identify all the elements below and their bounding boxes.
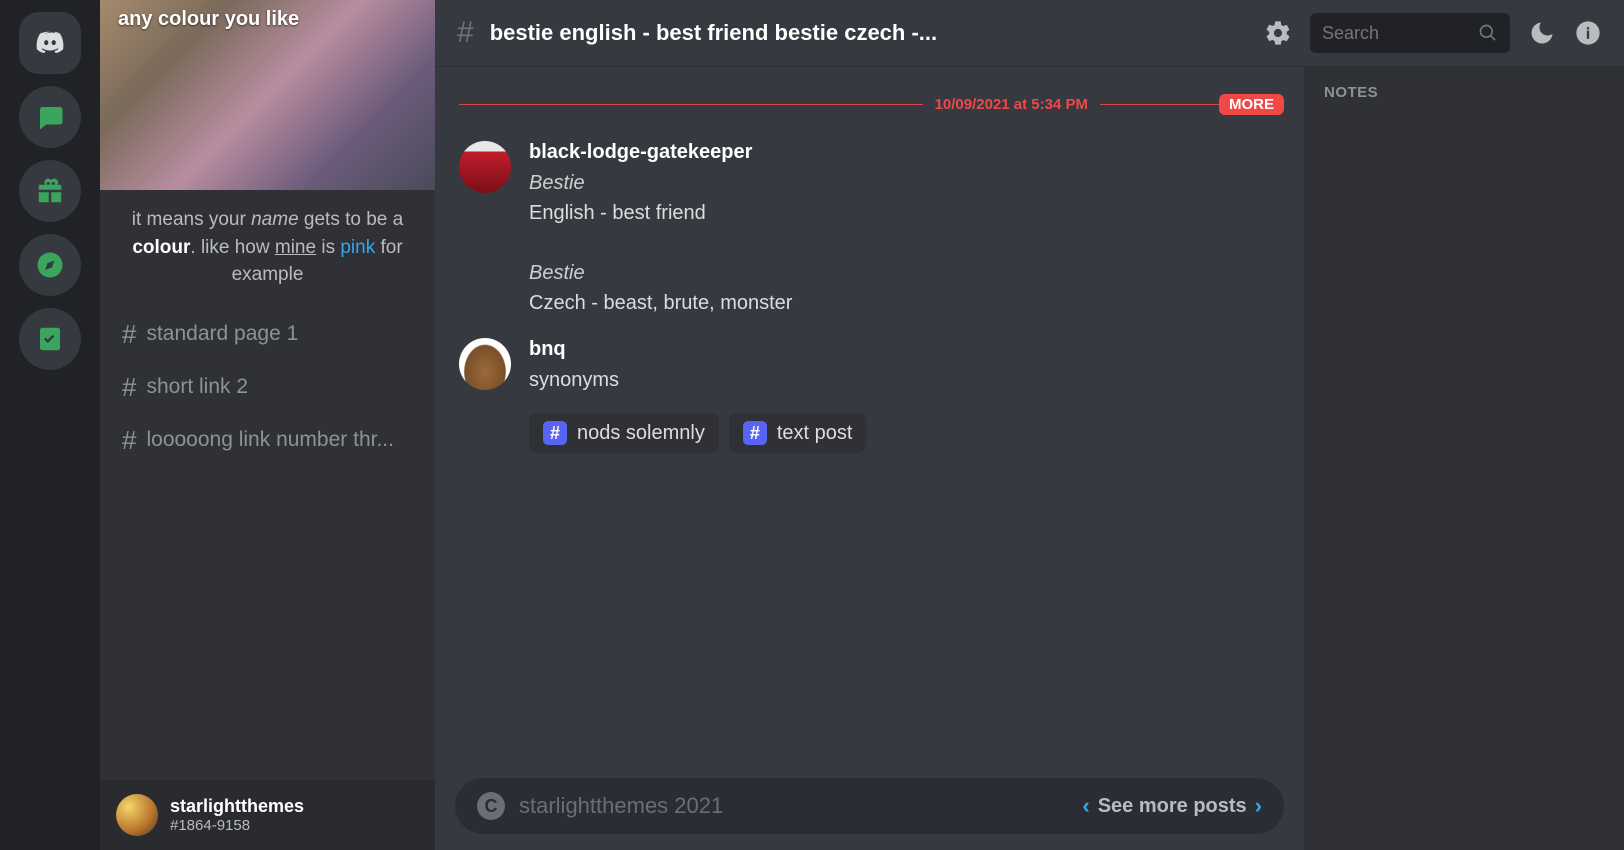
settings-button[interactable] — [1264, 19, 1292, 47]
message-text: synonyms — [529, 365, 866, 395]
message: bnq synonyms # nods solemnly # text post — [459, 338, 1280, 453]
gift-icon[interactable] — [19, 160, 81, 222]
server-name: any colour you like — [118, 8, 299, 31]
channel-label: short link 2 — [146, 375, 248, 399]
channel-label: looooong link number thr... — [146, 428, 394, 452]
compass-icon[interactable] — [19, 234, 81, 296]
channel-label: standard page 1 — [146, 322, 298, 346]
moon-icon — [1528, 19, 1556, 47]
footer-credit: starlightthemes 2021 — [519, 793, 723, 819]
channel-item[interactable]: # looooong link number thr... — [108, 415, 427, 466]
hash-icon: # — [122, 425, 136, 456]
message-text: Bestie English - best friend Bestie Czec… — [529, 168, 792, 318]
tag-row: # nods solemnly # text post — [529, 413, 866, 453]
channel-title: bestie english - best friend bestie czec… — [490, 20, 1248, 46]
avatar[interactable] — [459, 338, 511, 390]
user-tag: #1864-9158 — [170, 817, 304, 834]
new-messages-divider: 10/09/2021 at 5:34 PM MORE — [459, 96, 1280, 113]
footer-bar: C starlightthemes 2021 ‹ See more posts … — [455, 778, 1284, 834]
chat-icon[interactable] — [19, 86, 81, 148]
avatar — [116, 794, 158, 836]
search-icon — [1478, 23, 1498, 43]
gear-icon — [1264, 19, 1292, 47]
channel-list: # standard page 1 # short link 2 # loooo… — [100, 305, 435, 470]
server-banner[interactable]: any colour you like — [100, 0, 435, 190]
discord-home-icon[interactable] — [19, 12, 81, 74]
chevron-left-icon: ‹ — [1082, 793, 1089, 819]
tag-chip[interactable]: # text post — [729, 413, 867, 453]
message: black-lodge-gatekeeper Bestie English - … — [459, 141, 1280, 318]
see-more-posts-button[interactable]: ‹ See more posts › — [1082, 793, 1262, 819]
info-icon — [1574, 19, 1602, 47]
user-footer[interactable]: starlightthemes #1864-9158 — [100, 780, 435, 850]
topbar: # bestie english - best friend bestie cz… — [435, 0, 1624, 66]
chevron-right-icon: › — [1255, 793, 1262, 819]
hash-badge-icon: # — [743, 421, 767, 445]
username: starlightthemes — [170, 796, 304, 817]
hash-badge-icon: # — [543, 421, 567, 445]
avatar[interactable] — [459, 141, 511, 193]
hash-icon: # — [122, 319, 136, 350]
chat-bubble-icon — [35, 102, 65, 132]
channel-item[interactable]: # standard page 1 — [108, 309, 427, 360]
chat-area: 10/09/2021 at 5:34 PM MORE black-lodge-g… — [435, 66, 1304, 850]
channel-sidebar: any colour you like it means your name g… — [100, 0, 435, 850]
explore-compass-icon — [35, 250, 65, 280]
notebook-check-icon — [35, 324, 65, 354]
message-author[interactable]: black-lodge-gatekeeper — [529, 141, 792, 164]
server-rail — [0, 0, 100, 850]
notes-header: NOTES — [1312, 76, 1616, 107]
main-area: # bestie english - best friend bestie cz… — [435, 0, 1624, 850]
checklist-icon[interactable] — [19, 308, 81, 370]
info-button[interactable] — [1574, 19, 1602, 47]
server-description: it means your name gets to be a colour. … — [100, 190, 435, 305]
search-field[interactable] — [1322, 23, 1470, 44]
notes-panel: NOTES — [1304, 66, 1624, 850]
hash-icon: # — [122, 372, 136, 403]
message-author[interactable]: bnq — [529, 338, 866, 361]
dark-mode-button[interactable] — [1528, 19, 1556, 47]
search-input[interactable] — [1310, 13, 1510, 53]
gift-box-icon — [35, 176, 65, 206]
more-badge[interactable]: MORE — [1219, 94, 1284, 115]
hash-icon: # — [457, 16, 474, 50]
channel-item[interactable]: # short link 2 — [108, 362, 427, 413]
discord-icon — [35, 28, 65, 58]
copyright-icon: C — [477, 792, 505, 820]
message-list[interactable]: 10/09/2021 at 5:34 PM MORE black-lodge-g… — [435, 66, 1304, 762]
tag-chip[interactable]: # nods solemnly — [529, 413, 719, 453]
divider-timestamp: 10/09/2021 at 5:34 PM — [935, 96, 1088, 113]
